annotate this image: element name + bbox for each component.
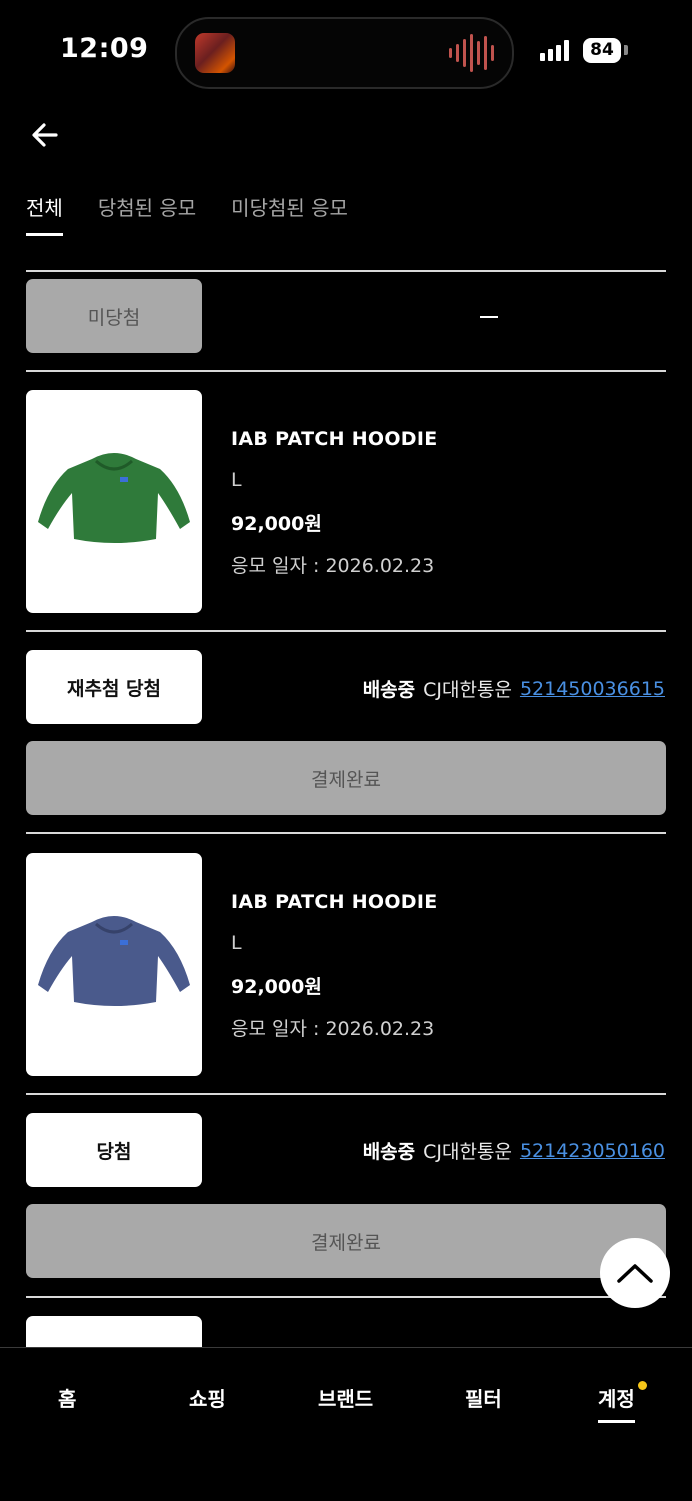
battery-icon: 84 [583,38,621,63]
green-hoodie-image [38,452,190,543]
entry-status-badge: 재추첨 당첨 [26,650,202,724]
product-size: L [231,469,242,491]
shipping-info: 배송중 CJ대한통운 521423050160 [363,1137,665,1164]
payment-status-button: 결제완료 [26,1204,666,1278]
chevron-up-icon [617,1264,653,1283]
audio-waveform-icon [449,33,494,73]
courier-name: CJ대한통운 [423,1141,512,1163]
battery-tip [624,45,628,55]
shipping-status: 배송중 [362,1141,416,1163]
dynamic-island[interactable] [175,17,514,89]
scroll-to-top-button[interactable] [600,1238,670,1308]
back-arrow-icon[interactable] [28,118,62,152]
status-bar: 12:09 84 [0,0,692,100]
product-image[interactable] [26,853,202,1076]
tab-not-won[interactable]: 미당첨된 응모 [231,192,348,236]
entry-status-badge: 당첨 [26,1113,202,1187]
clock: 12:09 [60,33,149,64]
divider [26,832,666,834]
divider [26,270,666,272]
tracking-number-link[interactable]: 521423050160 [520,1140,665,1162]
product-size: L [231,932,242,954]
nav-home[interactable]: 홈 [58,1383,76,1412]
nav-brand[interactable]: 브랜드 [318,1383,373,1412]
divider [26,1296,666,1298]
entry-date: 응모 일자 : 2026.02.23 [231,555,435,577]
product-price: 92,000원 [231,513,322,535]
payment-status-button: 결제완료 [26,741,666,815]
tracking-number-link[interactable]: 521450036615 [520,678,665,700]
entry-status-badge: 미당첨 [26,279,202,353]
product-image[interactable] [26,390,202,613]
divider [26,370,666,372]
divider [26,1093,666,1095]
courier-name: CJ대한통운 [423,679,512,701]
navy-hoodie-image [38,915,190,1006]
bottom-navigation: 홈 쇼핑 브랜드 필터 계정 [0,1347,692,1501]
tab-all[interactable]: 전체 [26,192,63,236]
nav-account[interactable]: 계정 [598,1383,635,1423]
now-playing-artwork [195,33,235,73]
product-name: IAB PATCH HOODIE [231,891,438,913]
product-price: 92,000원 [231,976,322,998]
nav-filter[interactable]: 필터 [465,1383,502,1412]
notification-dot [638,1381,647,1390]
empty-shipping-dash [480,316,498,318]
shipping-info: 배송중 CJ대한통운 521450036615 [363,675,665,702]
cellular-signal-icon [540,40,569,61]
tab-won[interactable]: 당첨된 응모 [98,192,196,236]
entry-filter-tabs: 전체 당첨된 응모 미당첨된 응모 [26,192,348,236]
divider [26,630,666,632]
entry-date: 응모 일자 : 2026.02.23 [231,1018,435,1040]
shipping-status: 배송중 [362,679,416,701]
product-name: IAB PATCH HOODIE [231,428,438,450]
nav-shopping[interactable]: 쇼핑 [189,1383,226,1412]
